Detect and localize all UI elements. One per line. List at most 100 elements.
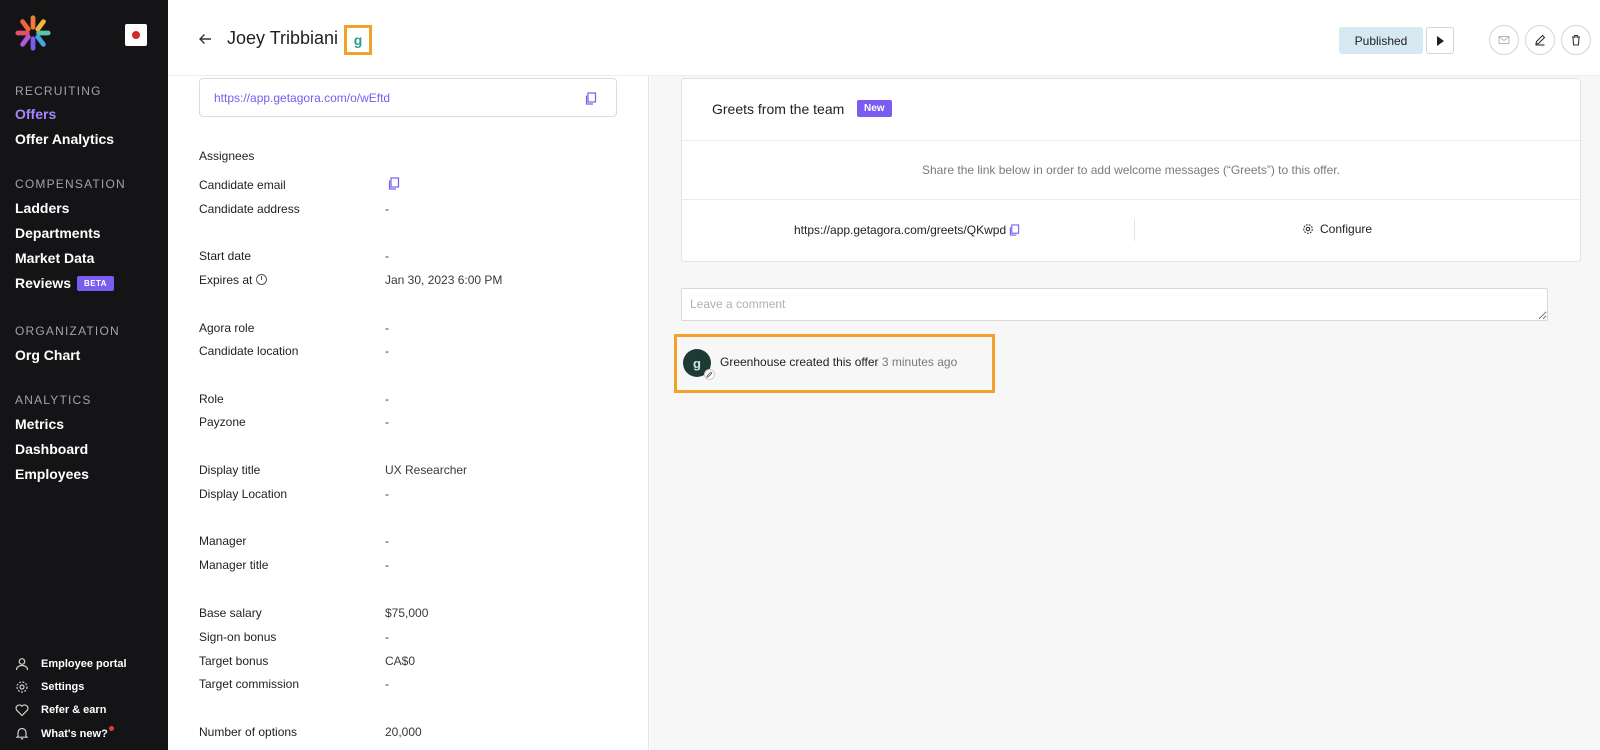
target-bonus-value: CA$0 xyxy=(385,654,416,668)
configure-label: Configure xyxy=(1320,222,1373,236)
sign-on-bonus-label: Sign-on bonus xyxy=(199,630,277,644)
section-organization: ORGANIZATION xyxy=(15,324,120,338)
email-button[interactable] xyxy=(1489,25,1519,55)
start-date-label: Start date xyxy=(199,249,252,263)
offer-details-panel: https://app.getagora.com/o/wEftd Assigne… xyxy=(168,76,649,750)
employee-portal-label: Employee portal xyxy=(41,658,127,670)
candidate-address-label: Candidate address xyxy=(199,202,300,216)
bell-icon xyxy=(15,727,29,740)
sidebar: RECRUITING Offers Offer Analytics COMPEN… xyxy=(0,0,168,750)
candidate-address-value: - xyxy=(385,202,389,216)
sidebar-item-offer-analytics[interactable]: Offer Analytics xyxy=(15,131,114,147)
comment-input[interactable] xyxy=(681,288,1548,321)
section-recruiting: RECRUITING xyxy=(15,84,102,98)
candidate-email-label: Candidate email xyxy=(199,178,286,192)
manager-label: Manager xyxy=(199,534,247,548)
sidebar-refer-earn[interactable]: Refer & earn xyxy=(15,703,106,717)
expires-at-text: Expires at xyxy=(199,273,253,287)
copy-greets-icon[interactable] xyxy=(1009,224,1020,236)
gear-icon xyxy=(1303,224,1313,234)
manager-title-value: - xyxy=(385,558,389,572)
published-button[interactable]: Published xyxy=(1339,27,1423,54)
activity-panel: Greets from the team New Share the link … xyxy=(650,76,1600,750)
greets-link[interactable]: https://app.getagora.com/greets/QKwpd xyxy=(794,223,1020,237)
play-icon xyxy=(1437,35,1444,46)
trash-icon xyxy=(1572,34,1580,46)
refer-earn-label: Refer & earn xyxy=(41,704,107,716)
copy-email-icon[interactable] xyxy=(388,177,400,190)
whats-new-label: What's new? xyxy=(41,726,114,740)
sidebar-whats-new[interactable]: What's new? xyxy=(15,726,114,740)
sidebar-settings[interactable]: Settings xyxy=(15,680,84,694)
payzone-label: Payzone xyxy=(199,415,246,429)
agora-role-value: - xyxy=(385,321,389,335)
gear-icon xyxy=(16,681,28,693)
user-icon xyxy=(15,658,29,671)
company-logo-mark xyxy=(132,31,140,39)
sidebar-item-org-chart[interactable]: Org Chart xyxy=(15,347,80,363)
clock-icon[interactable] xyxy=(256,274,268,285)
sidebar-item-reviews-label: Reviews xyxy=(15,275,72,291)
offer-link-box[interactable]: https://app.getagora.com/o/wEftd xyxy=(199,78,617,117)
display-location-value: - xyxy=(385,487,389,501)
pencil-icon xyxy=(1535,34,1546,46)
activity-time: 3 minutes ago xyxy=(881,355,958,369)
heart-icon xyxy=(15,704,29,717)
sidebar-item-offers[interactable]: Offers xyxy=(15,106,56,122)
edit-badge-icon xyxy=(704,369,715,380)
whats-new-text: What's new? xyxy=(41,728,108,740)
candidate-location-label: Candidate location xyxy=(199,344,299,358)
start-date-value: - xyxy=(385,249,389,263)
activity-text: Greenhouse created this offer 3 minutes … xyxy=(720,355,957,369)
preview-button[interactable] xyxy=(1426,27,1454,54)
configure-button[interactable]: Configure xyxy=(1302,222,1372,236)
greets-title: Greets from the team xyxy=(712,101,845,117)
base-salary-value: $75,000 xyxy=(385,606,429,620)
target-commission-value: - xyxy=(385,677,389,691)
assignees-label: Assignees xyxy=(199,149,255,163)
greets-link-text[interactable]: https://app.getagora.com/greets/QKwpd xyxy=(794,223,1006,237)
manager-value: - xyxy=(385,534,389,548)
copy-icon[interactable] xyxy=(585,92,597,105)
new-badge: New xyxy=(857,100,892,117)
sidebar-item-ladders[interactable]: Ladders xyxy=(15,200,69,216)
delete-button[interactable] xyxy=(1561,25,1591,55)
edit-button[interactable] xyxy=(1525,25,1555,55)
display-location-label: Display Location xyxy=(199,487,288,501)
manager-title-label: Manager title xyxy=(199,558,269,572)
back-arrow-icon[interactable] xyxy=(198,32,212,46)
base-salary-label: Base salary xyxy=(199,606,262,620)
greets-card: Greets from the team New Share the link … xyxy=(681,78,1581,262)
sidebar-employee-portal[interactable]: Employee portal xyxy=(15,657,127,671)
agora-logo-icon[interactable] xyxy=(14,14,52,52)
expires-at-value: Jan 30, 2023 6:00 PM xyxy=(385,273,503,287)
section-compensation: COMPENSATION xyxy=(15,177,126,191)
section-analytics: ANALYTICS xyxy=(15,393,92,407)
offer-link[interactable]: https://app.getagora.com/o/wEftd xyxy=(214,91,390,105)
sidebar-item-departments[interactable]: Departments xyxy=(15,225,101,241)
greets-divider-top xyxy=(682,140,1580,141)
target-commission-label: Target commission xyxy=(199,677,300,691)
page-title: Joey Tribbiani xyxy=(227,28,339,48)
greets-description: Share the link below in order to add wel… xyxy=(922,163,1340,177)
activity-description: Greenhouse created this offer xyxy=(720,355,879,369)
sidebar-item-dashboard[interactable]: Dashboard xyxy=(15,441,88,457)
number-of-options-value: 20,000 xyxy=(385,725,422,739)
payzone-value: - xyxy=(385,415,389,429)
company-logo[interactable] xyxy=(125,24,147,46)
sidebar-item-market-data[interactable]: Market Data xyxy=(15,250,94,266)
candidate-location-value: - xyxy=(385,344,389,358)
greenhouse-icon[interactable]: g xyxy=(344,25,372,55)
role-label: Role xyxy=(199,392,224,406)
sidebar-item-employees[interactable]: Employees xyxy=(15,466,89,482)
display-title-value: UX Researcher xyxy=(385,463,468,477)
display-title-label: Display title xyxy=(199,463,261,477)
settings-label: Settings xyxy=(41,681,85,693)
pencil-icon xyxy=(706,371,713,378)
number-of-options-label: Number of options xyxy=(199,725,298,739)
notification-dot xyxy=(108,726,114,731)
expires-at-label: Expires at xyxy=(199,273,268,287)
sidebar-item-reviews[interactable]: Reviews BETA xyxy=(15,275,114,291)
sidebar-item-metrics[interactable]: Metrics xyxy=(15,416,64,432)
greets-divider-vertical xyxy=(1134,219,1135,241)
